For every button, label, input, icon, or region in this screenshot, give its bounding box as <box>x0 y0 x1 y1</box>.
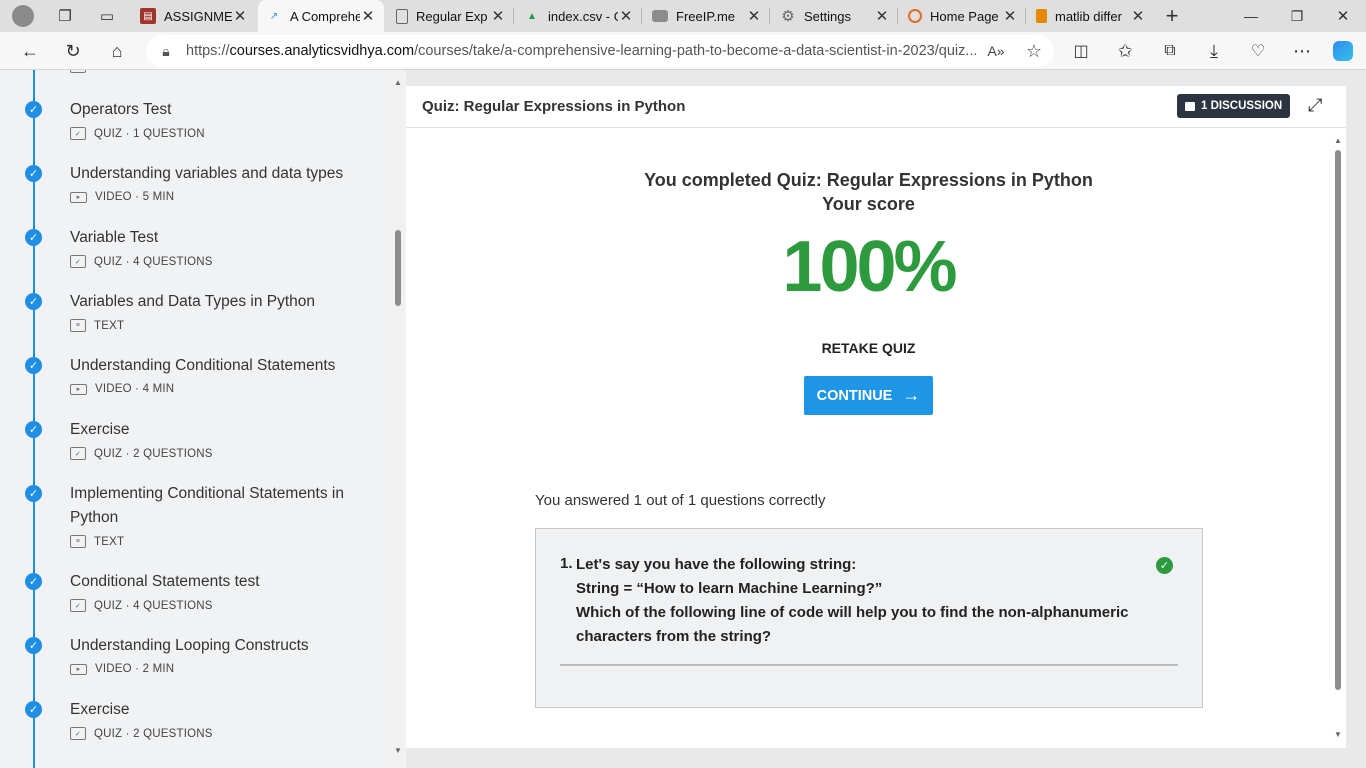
tab-settings[interactable]: ⚙ Settings ✕ <box>774 0 896 32</box>
completed-check-icon: ✓ <box>25 357 42 374</box>
completed-check-icon: ✓ <box>25 701 42 718</box>
question-review-card: 1. Let's say you have the following stri… <box>535 528 1203 708</box>
restore-icon[interactable]: ❐ <box>1282 1 1312 31</box>
text-icon: ≡ <box>70 319 86 332</box>
quiz-icon: ✓ <box>70 127 86 140</box>
quiz-icon: ✓ <box>70 255 86 268</box>
completed-check-icon: ✓ <box>25 293 42 310</box>
bookmark-icon <box>1036 9 1047 23</box>
workspaces-icon[interactable]: ❐ <box>50 1 80 31</box>
page-icon <box>396 8 408 24</box>
tab-assignment[interactable]: ▤ ASSIGNMENT ✕ <box>134 0 254 32</box>
close-tab-icon[interactable]: ✕ <box>1130 7 1146 25</box>
drive-icon: ▲ <box>527 10 537 22</box>
split-screen-icon[interactable]: ◫ <box>1066 36 1096 66</box>
collections-icon[interactable]: ⧉ <box>1155 36 1185 66</box>
completed-check-icon: ✓ <box>25 165 42 182</box>
score-value: 100% <box>782 227 957 307</box>
question-line: Let's say you have the following string: <box>576 556 857 573</box>
read-aloud-icon[interactable]: A» <box>978 43 1014 59</box>
tab-actions-icon[interactable]: ▭ <box>92 1 122 31</box>
scroll-down-arrow-icon[interactable]: ▼ <box>394 746 402 755</box>
expand-icon[interactable]: ⤢ <box>1308 95 1322 116</box>
tab-comprehensive[interactable]: ↗ A Comprehensive ✕ <box>258 0 384 32</box>
video-icon: ▸ <box>70 663 87 675</box>
favorite-star-icon[interactable]: ☆ <box>1014 41 1054 62</box>
score-label: Your score <box>822 194 915 214</box>
home-icon <box>908 9 922 23</box>
video-icon: ▸ <box>70 191 87 203</box>
browser-tab-bar: ❐ ▭ ▤ ASSIGNMENT ✕ ↗ A Comprehensive ✕ R… <box>0 0 1366 32</box>
quiz-icon: ✓ <box>70 599 86 612</box>
tab-regular-exp[interactable]: Regular Exp ✕ <box>390 0 512 32</box>
scroll-up-arrow-icon[interactable]: ▲ <box>1334 136 1342 145</box>
text-icon: ≡ <box>70 535 86 548</box>
course-curriculum-sidebar: ≡TEXT ✓ Operators Test ✓QUIZ · 1 QUESTIO… <box>0 70 390 768</box>
close-tab-icon[interactable]: ✕ <box>232 7 248 25</box>
quiz-icon: ✓ <box>70 447 86 460</box>
close-tab-icon[interactable]: ✕ <box>360 7 376 25</box>
completed-check-icon: ✓ <box>25 421 42 438</box>
sidebar-scrollbar-thumb[interactable] <box>395 230 401 306</box>
close-window-icon[interactable]: ✕ <box>1328 1 1358 31</box>
gear-icon: ⚙ <box>781 8 795 25</box>
question-number: 1. <box>560 555 573 572</box>
new-tab-icon[interactable]: + <box>1157 1 1187 31</box>
question-line: characters from the string? <box>576 628 772 645</box>
text-icon: ≡ <box>70 70 86 73</box>
tab-matlib[interactable]: matlib differ ✕ <box>1030 0 1152 32</box>
close-tab-icon[interactable]: ✕ <box>618 7 634 25</box>
analytics-icon: ↗ <box>269 10 279 22</box>
arrow-right-icon: → <box>902 385 921 405</box>
ip-icon <box>652 10 668 22</box>
comment-icon <box>1185 101 1195 111</box>
question-line: Which of the following line of code will… <box>576 604 1129 621</box>
close-tab-icon[interactable]: ✕ <box>1002 7 1018 25</box>
copilot-icon[interactable] <box>1328 36 1358 66</box>
favorites-icon[interactable]: ✩ <box>1110 36 1140 66</box>
retake-quiz-button[interactable]: RETAKE QUIZ <box>406 340 1331 356</box>
home-button-icon[interactable]: ⌂ <box>102 36 132 66</box>
quiz-result-panel: Quiz: Regular Expressions in Python 1 DI… <box>406 86 1346 748</box>
main-scrollbar-thumb[interactable] <box>1335 150 1341 690</box>
completed-check-icon: ✓ <box>25 485 42 502</box>
scroll-up-arrow-icon[interactable]: ▲ <box>394 78 402 87</box>
browser-toolbar: ← ↻ ⌂ 🔒︎ https://courses.analyticsvidhya… <box>0 32 1366 70</box>
url-text[interactable]: https://courses.analyticsvidhya.com/cour… <box>186 43 978 59</box>
quiz-header: Quiz: Regular Expressions in Python 1 DI… <box>406 86 1346 128</box>
close-tab-icon[interactable]: ✕ <box>746 7 762 25</box>
discussion-button[interactable]: 1 DISCUSSION <box>1177 94 1291 118</box>
back-icon[interactable]: ← <box>15 36 45 66</box>
answered-summary: You answered 1 out of 1 questions correc… <box>535 492 826 509</box>
more-menu-icon[interactable]: ⋯ <box>1287 36 1317 66</box>
completed-check-icon: ✓ <box>25 229 42 246</box>
completed-check-icon: ✓ <box>25 101 42 118</box>
divider <box>560 664 1178 666</box>
scroll-down-arrow-icon[interactable]: ▼ <box>1334 730 1342 739</box>
main-scrollbar[interactable]: ▲ ▼ <box>1332 136 1344 746</box>
question-line: String = “How to learn Machine Learning?… <box>576 580 883 597</box>
pdf-icon: ▤ <box>140 8 156 24</box>
minimize-icon[interactable]: — <box>1236 1 1266 31</box>
tab-home-page[interactable]: Home Page ✕ <box>902 0 1024 32</box>
close-tab-icon[interactable]: ✕ <box>874 7 890 25</box>
tab-index-csv[interactable]: ▲ index.csv - G ✕ <box>518 0 640 32</box>
completed-check-icon: ✓ <box>25 573 42 590</box>
address-bar[interactable]: 🔒︎ https://courses.analyticsvidhya.com/c… <box>146 35 1054 67</box>
tab-freeip[interactable]: FreeIP.me ✕ <box>646 0 768 32</box>
sidebar-scrollbar[interactable]: ▲ ▼ <box>390 70 406 768</box>
refresh-icon[interactable]: ↻ <box>58 36 88 66</box>
continue-button[interactable]: CONTINUE → <box>804 376 933 415</box>
downloads-icon[interactable]: ⤓ <box>1199 36 1229 66</box>
browser-essentials-icon[interactable]: ♡ <box>1243 36 1273 66</box>
lock-icon[interactable]: 🔒︎ <box>146 43 186 60</box>
correct-check-icon: ✓ <box>1156 557 1173 574</box>
profile-icon[interactable] <box>8 1 38 31</box>
quiz-icon: ✓ <box>70 727 86 740</box>
close-tab-icon[interactable]: ✕ <box>490 7 506 25</box>
completed-check-icon: ✓ <box>25 637 42 654</box>
quiz-title: Quiz: Regular Expressions in Python <box>422 98 686 115</box>
completion-message: You completed Quiz: Regular Expressions … <box>644 170 1093 190</box>
video-icon: ▸ <box>70 383 87 395</box>
